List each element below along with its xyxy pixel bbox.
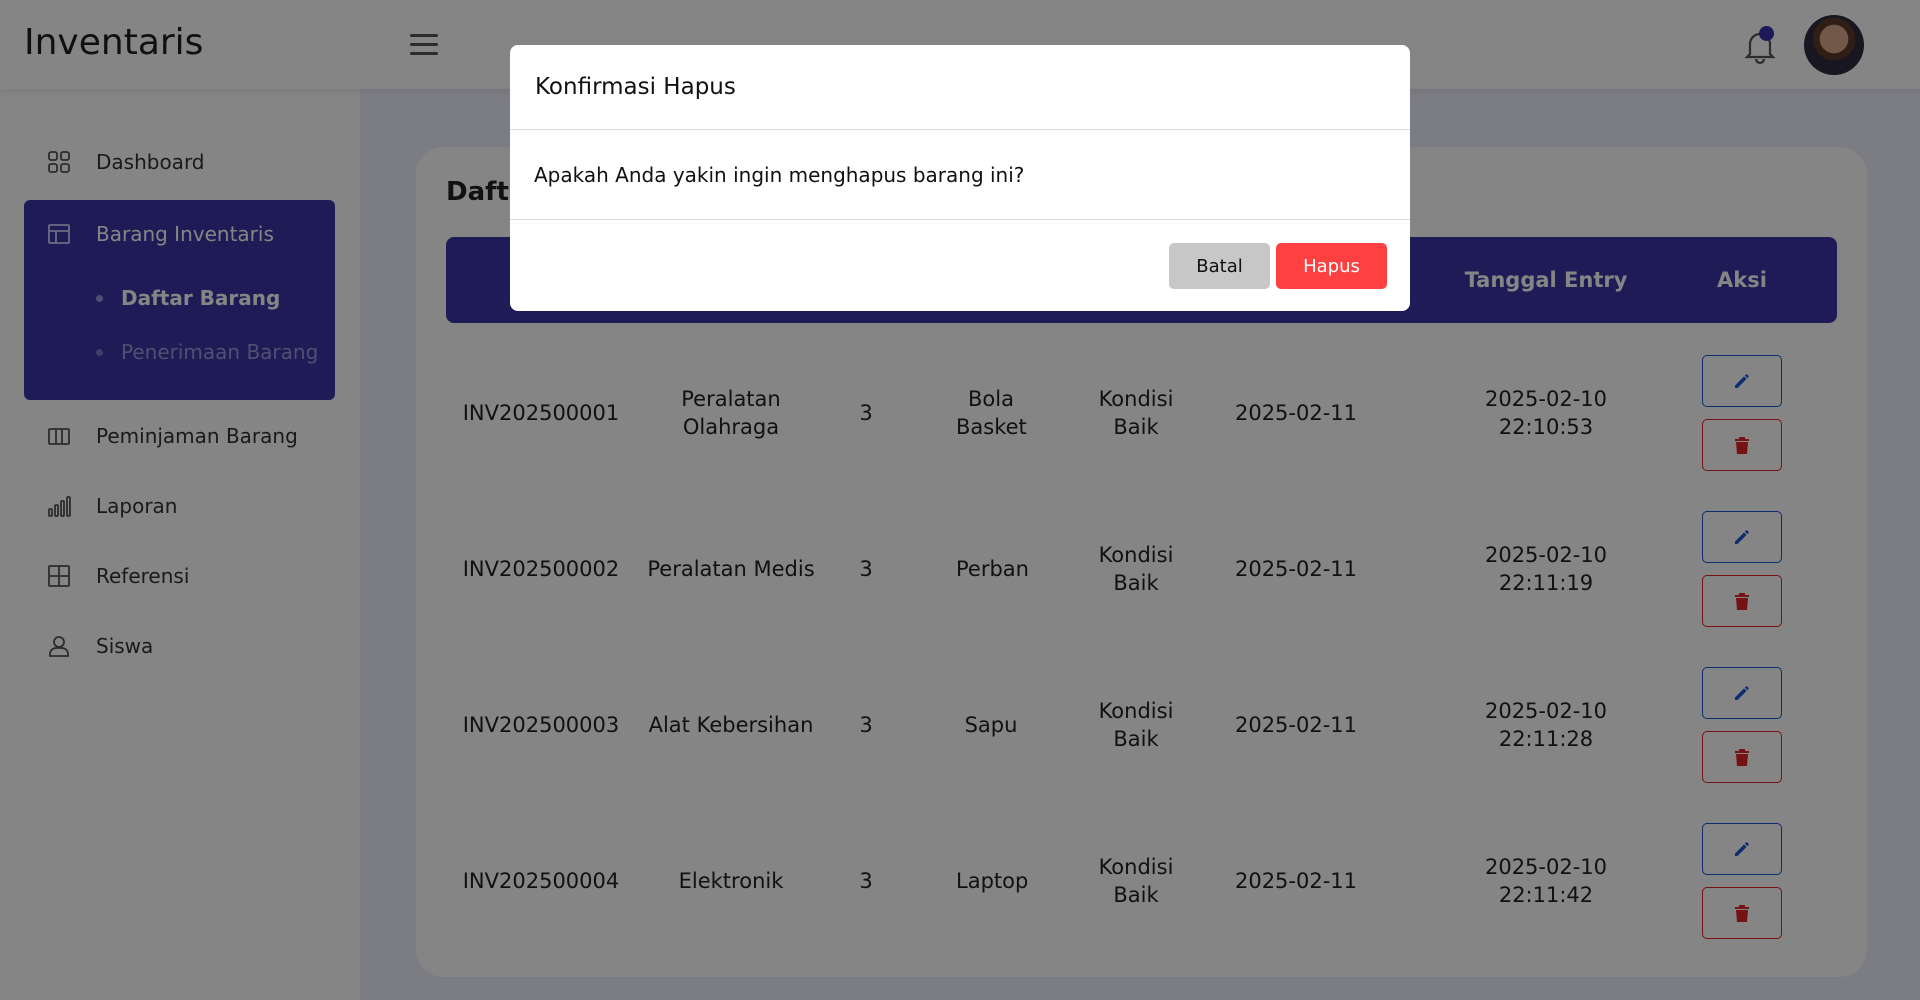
modal-title: Konfirmasi Hapus [510, 45, 1410, 130]
modal-message: Apakah Anda yakin ingin menghapus barang… [510, 130, 1410, 220]
modal-footer: Batal Hapus [510, 220, 1410, 310]
cancel-button[interactable]: Batal [1169, 243, 1270, 289]
confirm-delete-button[interactable]: Hapus [1276, 243, 1387, 289]
confirm-delete-modal: Konfirmasi Hapus Apakah Anda yakin ingin… [510, 45, 1410, 311]
